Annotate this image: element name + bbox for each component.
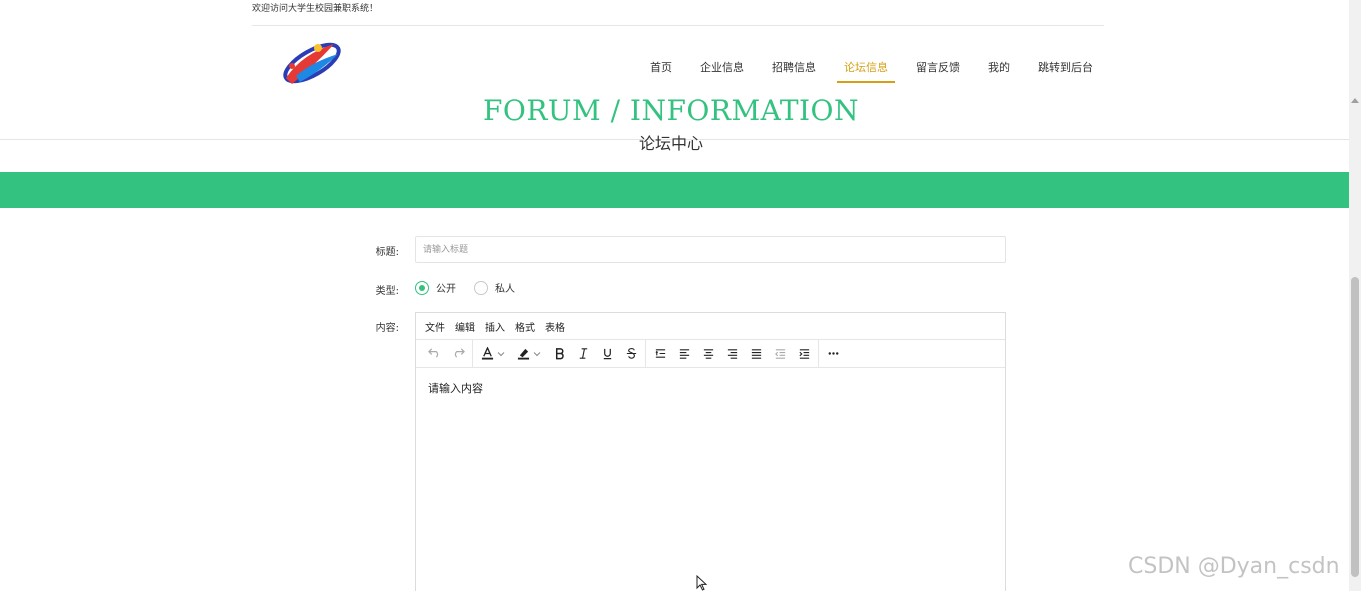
line-height-button[interactable]: [648, 343, 672, 365]
highlight-icon: [517, 348, 530, 360]
scrollbar-thumb[interactable]: [1351, 277, 1359, 577]
bold-icon: [555, 348, 564, 360]
radio-private[interactable]: 私人: [474, 280, 515, 295]
menu-insert[interactable]: 插入: [480, 319, 510, 334]
indent-button[interactable]: [792, 343, 816, 365]
strikethrough-icon: [626, 348, 636, 359]
menu-format[interactable]: 格式: [510, 319, 540, 334]
chevron-down-icon: [497, 351, 505, 356]
nav-feedback[interactable]: 留言反馈: [902, 56, 974, 82]
main-nav: 首页 企业信息 招聘信息 论坛信息 留言反馈 我的 跳转到后台: [636, 56, 1107, 83]
toolbar-group-format: [473, 339, 646, 368]
outdent-button[interactable]: [768, 343, 792, 365]
align-center-button[interactable]: [696, 343, 720, 365]
italic-button[interactable]: [571, 343, 595, 365]
header: 首页 企业信息 招聘信息 论坛信息 留言反馈 我的 跳转到后台 FORUM / …: [0, 26, 1349, 140]
more-button[interactable]: [821, 343, 845, 365]
menu-edit[interactable]: 编辑: [450, 319, 480, 334]
toolbar-group-paragraph: [646, 339, 819, 368]
editor-placeholder: 请输入内容: [428, 382, 483, 395]
nav-go-backend[interactable]: 跳转到后台: [1024, 56, 1107, 82]
editor-content-area[interactable]: 请输入内容: [416, 368, 1005, 408]
nav-recruitment-info[interactable]: 招聘信息: [758, 56, 830, 82]
watermark: CSDN @Dyan_csdn: [1128, 554, 1340, 579]
align-left-button[interactable]: [672, 343, 696, 365]
nav-mine[interactable]: 我的: [974, 56, 1024, 82]
align-justify-button[interactable]: [744, 343, 768, 365]
toolbar-group-more: [819, 340, 847, 368]
italic-icon: [579, 348, 587, 359]
text-color-button[interactable]: [475, 343, 511, 365]
radio-public-label: 公开: [436, 284, 456, 295]
bold-button[interactable]: [547, 343, 571, 365]
type-label: 类型:: [375, 286, 399, 297]
title-input[interactable]: [415, 236, 1006, 263]
align-right-icon: [727, 349, 737, 359]
menu-table[interactable]: 表格: [540, 319, 570, 334]
type-radio-group: 公开 私人: [415, 280, 533, 295]
top-bar: 欢迎访问大学生校园兼职系统！: [252, 3, 1104, 26]
welcome-text: 欢迎访问大学生校园兼职系统！: [252, 4, 379, 14]
highlight-color-button[interactable]: [511, 343, 547, 365]
outdent-icon: [774, 349, 785, 359]
underline-icon: [603, 348, 611, 360]
text-color-icon: [481, 347, 494, 360]
align-right-button[interactable]: [720, 343, 744, 365]
nav-forum-info[interactable]: 论坛信息: [830, 56, 902, 83]
page-scrollbar[interactable]: [1349, 0, 1361, 591]
align-justify-icon: [751, 349, 761, 359]
redo-icon: [454, 348, 465, 358]
title-label: 标题:: [375, 247, 399, 258]
section-title-cn: 论坛中心: [638, 134, 703, 153]
radio-private-circle[interactable]: [474, 280, 488, 295]
radio-public[interactable]: 公开: [415, 280, 456, 295]
section-title-en: FORUM / INFORMATION: [482, 94, 860, 127]
editor-toolbar: [416, 339, 1005, 368]
rich-text-editor: 文件 编辑 插入 格式 表格 请输入内容: [415, 312, 1006, 591]
line-height-icon: [654, 349, 665, 358]
editor-menubar: 文件 编辑 插入 格式 表格: [416, 313, 1005, 340]
radio-public-circle[interactable]: [415, 280, 429, 295]
chevron-down-icon: [533, 351, 541, 356]
nav-home[interactable]: 首页: [636, 56, 686, 82]
nav-company-info[interactable]: 企业信息: [686, 56, 758, 82]
site-logo[interactable]: [278, 36, 346, 90]
content-label: 内容:: [375, 323, 399, 334]
strikethrough-button[interactable]: [619, 343, 643, 365]
green-banner: [0, 172, 1349, 208]
menu-file[interactable]: 文件: [420, 319, 450, 334]
align-left-icon: [679, 349, 689, 359]
toolbar-group-history: [420, 339, 473, 368]
more-icon: [828, 352, 838, 355]
indent-icon: [798, 349, 809, 359]
undo-icon: [427, 348, 438, 358]
undo-button[interactable]: [422, 343, 446, 365]
underline-button[interactable]: [595, 343, 619, 365]
align-center-icon: [703, 349, 713, 359]
redo-button[interactable]: [446, 343, 470, 365]
scroll-up-arrow-icon[interactable]: [1351, 98, 1359, 103]
radio-private-label: 私人: [495, 284, 515, 295]
mouse-cursor-icon: [696, 575, 708, 591]
